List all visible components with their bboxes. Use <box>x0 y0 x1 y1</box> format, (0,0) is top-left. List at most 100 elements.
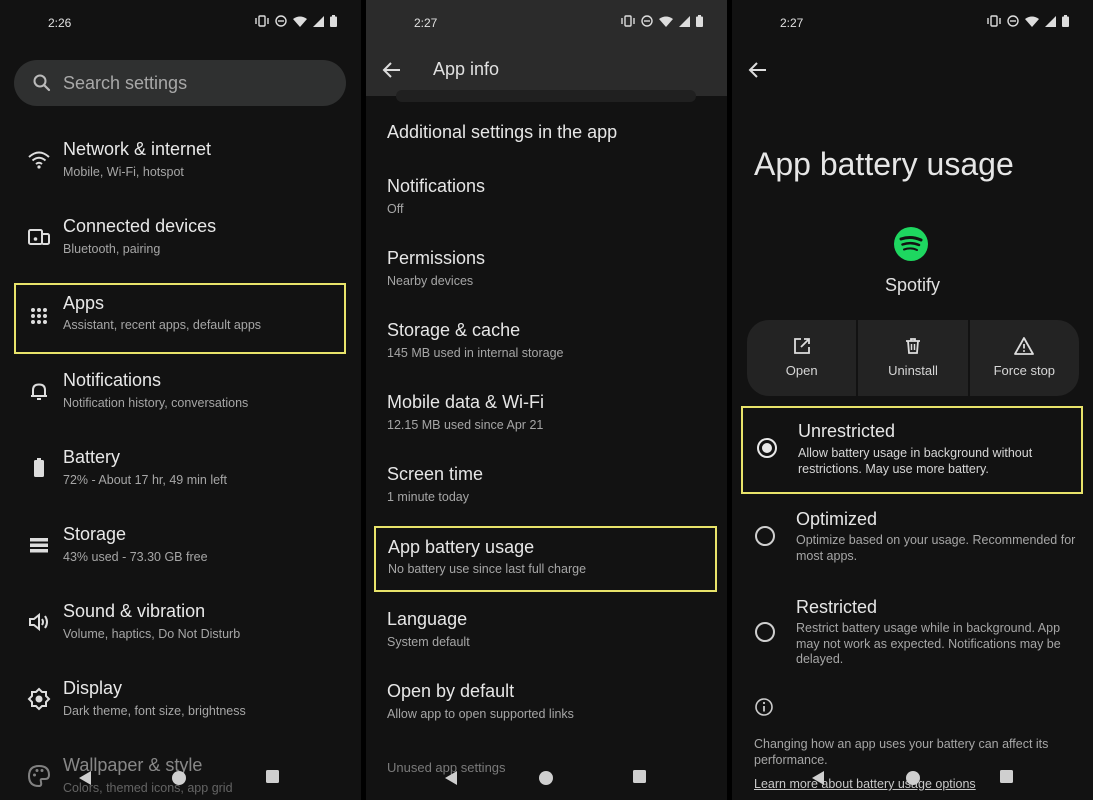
back-nav-icon[interactable] <box>77 770 93 786</box>
settings-item-storage[interactable]: Storage 43% used - 73.30 GB free <box>14 512 346 582</box>
app-info-item-title: Mobile data & Wi-Fi <box>387 392 545 412</box>
settings-panel: 2:26 Search settings Network & internet … <box>0 0 361 800</box>
settings-item-subtitle: Notification history, conversations <box>63 396 249 410</box>
back-arrow-icon[interactable] <box>382 60 402 80</box>
app-info-item-subtitle: Nearby devices <box>387 274 474 288</box>
action-label: Uninstall <box>888 363 938 378</box>
option-title: Unrestricted <box>798 421 896 441</box>
settings-item-battery[interactable]: Battery 72% - About 17 hr, 49 min left <box>14 435 346 505</box>
force-stop-button[interactable]: Force stop <box>967 320 1079 396</box>
app-info-item-title: Permissions <box>387 248 486 268</box>
recents-nav-icon[interactable] <box>633 770 647 784</box>
brightness-icon <box>27 687 51 711</box>
settings-item-subtitle: Mobile, Wi-Fi, hotspot <box>63 165 184 179</box>
recents-nav-icon[interactable] <box>1000 770 1014 784</box>
apps-grid-icon <box>31 308 47 324</box>
app-info-item-screen-time[interactable]: Screen time 1 minute today <box>374 454 717 520</box>
status-time: 2:26 <box>48 16 72 30</box>
app-info-item-title: App battery usage <box>388 537 535 557</box>
cell-signal-icon <box>679 15 690 27</box>
settings-item-title: Sound & vibration <box>63 601 206 621</box>
battery-footnote: Changing how an app uses your battery ca… <box>754 737 1049 767</box>
app-info-item-title: Screen time <box>387 464 484 484</box>
option-description: Allow battery usage in background withou… <box>798 446 1033 476</box>
app-info-item-permissions[interactable]: Permissions Nearby devices <box>374 238 717 304</box>
app-info-item-mobile-data[interactable]: Mobile data & Wi-Fi 12.15 MB used since … <box>374 382 717 448</box>
nav-bar <box>366 766 727 792</box>
open-button[interactable]: Open <box>747 320 856 396</box>
settings-item-apps[interactable]: Apps Assistant, recent apps, default app… <box>14 283 346 354</box>
app-info-item-title: Language <box>387 609 468 629</box>
page-title: App info <box>433 59 500 79</box>
option-unrestricted[interactable]: Unrestricted Allow battery usage in back… <box>741 406 1083 494</box>
option-title: Optimized <box>796 509 878 529</box>
settings-item-connected-devices[interactable]: Connected devices Bluetooth, pairing <box>14 204 346 274</box>
nav-bar <box>0 766 361 792</box>
app-info-item-title: Open by default <box>387 681 515 701</box>
app-info-item-storage[interactable]: Storage & cache 145 MB used in internal … <box>374 310 717 376</box>
settings-item-display[interactable]: Display Dark theme, font size, brightnes… <box>14 666 346 736</box>
settings-item-network[interactable]: Network & internet Mobile, Wi-Fi, hotspo… <box>14 127 346 197</box>
settings-item-notifications[interactable]: Notifications Notification history, conv… <box>14 358 346 428</box>
app-info-item-battery-usage[interactable]: App battery usage No battery use since l… <box>374 526 717 592</box>
vibrate-icon <box>621 15 635 27</box>
settings-item-subtitle: Dark theme, font size, brightness <box>63 704 246 718</box>
back-arrow-icon[interactable] <box>748 60 768 80</box>
nav-bar <box>732 766 1093 792</box>
info-icon <box>755 698 773 716</box>
battery-status-icon <box>696 15 703 27</box>
search-input[interactable]: Search settings <box>14 60 346 106</box>
radio-button-selected[interactable] <box>757 438 777 458</box>
warning-icon <box>1014 337 1035 355</box>
home-nav-icon[interactable] <box>904 770 922 788</box>
app-info-item-title: Storage & cache <box>387 320 521 340</box>
settings-item-title: Network & internet <box>63 139 212 159</box>
option-description: Restrict battery usage while in backgrou… <box>796 621 1061 666</box>
radio-button[interactable] <box>755 526 775 546</box>
back-nav-icon[interactable] <box>443 770 459 786</box>
status-icons <box>255 15 337 27</box>
search-placeholder: Search settings <box>63 73 188 93</box>
home-nav-icon[interactable] <box>537 770 555 788</box>
home-nav-icon[interactable] <box>170 770 188 788</box>
app-name: Spotify <box>884 275 941 295</box>
page-title: App battery usage <box>754 146 1014 182</box>
uninstall-button[interactable]: Uninstall <box>856 320 967 396</box>
radio-button[interactable] <box>755 622 775 642</box>
wifi-status-icon <box>1025 16 1039 27</box>
back-nav-icon[interactable] <box>810 770 826 786</box>
devices-icon <box>28 229 50 245</box>
settings-item-sound[interactable]: Sound & vibration Volume, haptics, Do No… <box>14 589 346 659</box>
option-restricted[interactable]: Restricted Restrict battery usage while … <box>741 586 1083 682</box>
app-info-item-title: Additional settings in the app <box>387 122 618 142</box>
status-icons <box>987 15 1069 27</box>
dnd-icon <box>1007 15 1019 27</box>
wifi-status-icon <box>659 16 673 27</box>
option-optimized[interactable]: Optimized Optimize based on your usage. … <box>741 498 1083 578</box>
app-battery-usage-panel: 2:27 App battery usage Spotify Open Unin… <box>732 0 1093 800</box>
app-info-item-subtitle: Allow app to open supported links <box>387 707 574 721</box>
app-info-item-subtitle: Off <box>387 202 404 216</box>
app-info-item-language[interactable]: Language System default <box>374 599 717 665</box>
cell-signal-icon <box>313 15 324 27</box>
app-info-item-notifications[interactable]: Notifications Off <box>374 166 717 232</box>
status-icons <box>621 15 703 27</box>
settings-item-title: Notifications <box>63 370 162 390</box>
option-description: Optimize based on your usage. Recommende… <box>796 533 1076 563</box>
settings-item-subtitle: Assistant, recent apps, default apps <box>63 318 262 332</box>
settings-item-title: Storage <box>63 524 127 544</box>
app-info-item-subtitle: System default <box>387 635 470 649</box>
settings-item-subtitle: 43% used - 73.30 GB free <box>63 550 208 564</box>
wifi-status-icon <box>293 16 307 27</box>
battery-status-icon <box>1062 15 1069 27</box>
settings-item-title: Apps <box>63 293 105 313</box>
status-time: 2:27 <box>780 16 804 30</box>
settings-item-title: Connected devices <box>63 216 217 236</box>
open-external-icon <box>793 338 810 354</box>
settings-item-subtitle: 72% - About 17 hr, 49 min left <box>63 473 227 487</box>
scroll-edge <box>396 90 696 102</box>
recents-nav-icon[interactable] <box>266 770 280 784</box>
volume-icon <box>29 612 48 632</box>
app-info-item-open-by-default[interactable]: Open by default Allow app to open suppor… <box>374 671 717 737</box>
action-label: Force stop <box>993 363 1056 378</box>
